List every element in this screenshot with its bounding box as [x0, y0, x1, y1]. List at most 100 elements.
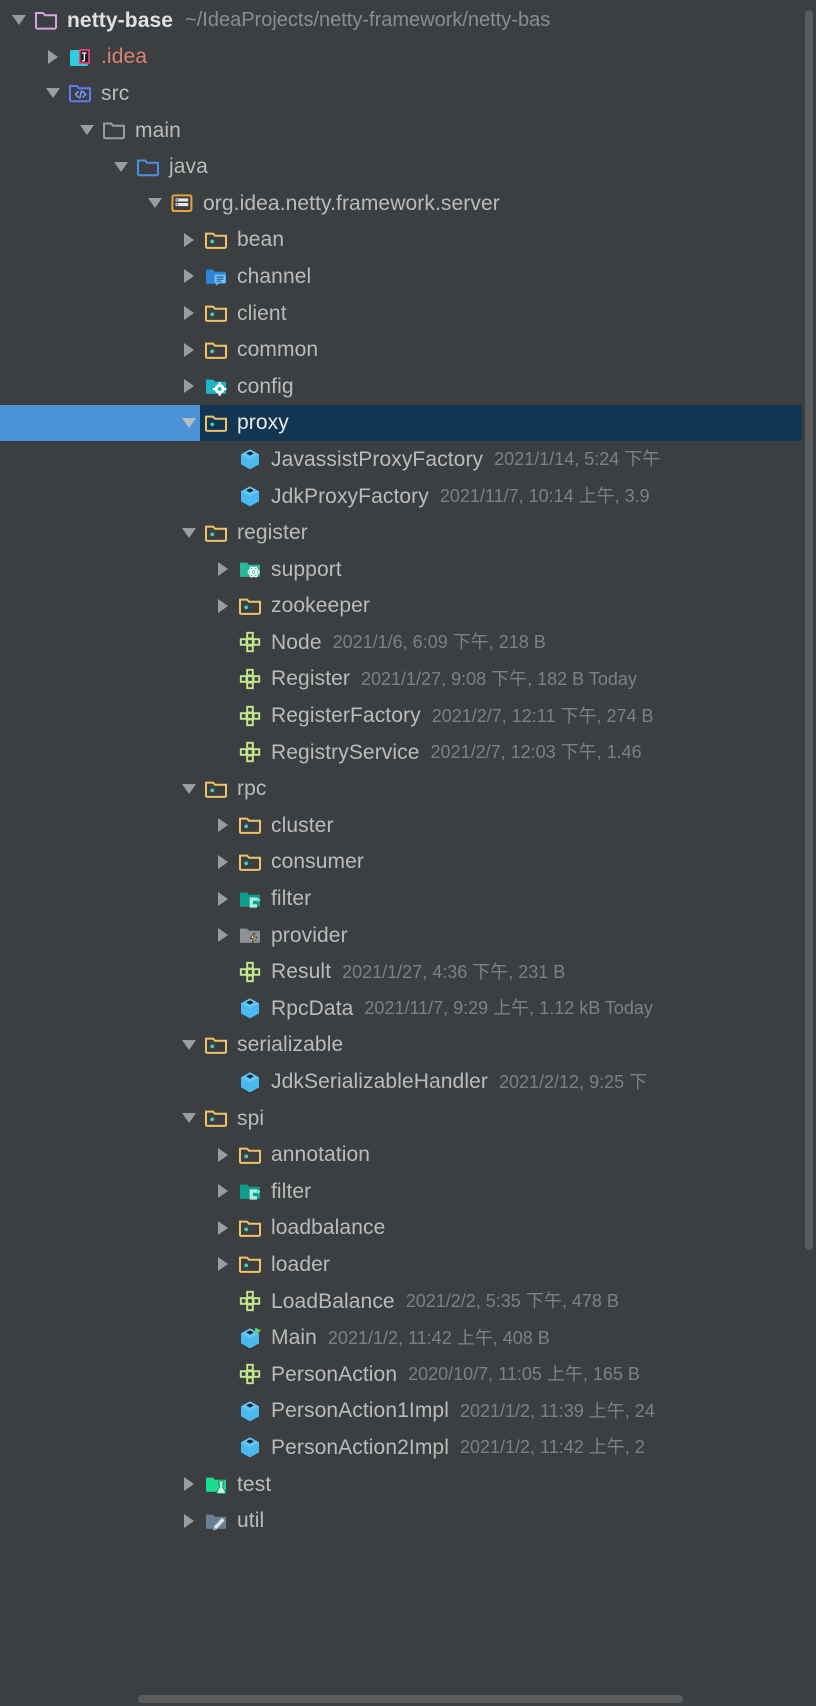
- tree-row[interactable]: bean: [0, 222, 816, 259]
- tree-row[interactable]: provider: [0, 917, 816, 954]
- tree-node-label: main: [135, 118, 181, 142]
- chevron-down-icon[interactable]: [176, 1100, 202, 1136]
- chevron-down-icon[interactable]: [176, 515, 202, 551]
- chevron-right-icon[interactable]: [210, 588, 236, 624]
- tree-node-label: cluster: [271, 813, 334, 837]
- tree-row[interactable]: main: [0, 112, 816, 149]
- chevron-right-icon[interactable]: [210, 1137, 236, 1173]
- tree-row[interactable]: channel: [0, 258, 816, 295]
- chevron-right-icon[interactable]: [210, 917, 236, 953]
- chevron-right-icon[interactable]: [210, 551, 236, 587]
- tree-row[interactable]: filter: [0, 880, 816, 917]
- tree-row[interactable]: PersonAction2Impl 2021/1/2, 11:42 上午, 2: [0, 1429, 816, 1466]
- tree-row[interactable]: java: [0, 148, 816, 185]
- tree-row[interactable]: Main 2021/1/2, 11:42 上午, 408 B: [0, 1319, 816, 1356]
- tree-row[interactable]: util: [0, 1502, 816, 1539]
- tree-row[interactable]: PersonAction 2020/10/7, 11:05 上午, 165 B: [0, 1356, 816, 1393]
- tree-row[interactable]: Result 2021/1/27, 4:36 下午, 231 B: [0, 953, 816, 990]
- chevron-right-icon[interactable]: [176, 1503, 202, 1539]
- tree-row[interactable]: proxy: [0, 404, 816, 442]
- chevron-down-icon[interactable]: [108, 149, 134, 185]
- project-tree-viewport[interactable]: netty-base ~/IdeaProjects/netty-framework…: [0, 0, 816, 1692]
- chevron-right-icon[interactable]: [210, 1246, 236, 1282]
- chevron-down-icon[interactable]: [6, 2, 32, 38]
- chevron-right-icon[interactable]: [176, 222, 202, 258]
- tree-row[interactable]: support: [0, 551, 816, 588]
- filter-folder-icon: [236, 1177, 264, 1205]
- file-meta-label: 2021/2/7, 12:03 下午, 1.46: [430, 742, 642, 763]
- tree-row[interactable]: loadbalance: [0, 1210, 816, 1247]
- chevron-right-icon[interactable]: [210, 1173, 236, 1209]
- chevron-right-icon[interactable]: [176, 1466, 202, 1502]
- tree-row[interactable]: org.idea.netty.framework.server: [0, 185, 816, 222]
- tree-node-label: loadbalance: [271, 1216, 386, 1240]
- package-folder-icon: [202, 299, 230, 327]
- tree-row[interactable]: zookeeper: [0, 588, 816, 625]
- tree-row[interactable]: serializable: [0, 1027, 816, 1064]
- tree-row[interactable]: RegistryService 2021/2/7, 12:03 下午, 1.46: [0, 734, 816, 771]
- vertical-scrollbar-thumb[interactable]: [805, 10, 813, 1250]
- tree-row[interactable]: Node 2021/1/6, 6:09 下午, 218 B: [0, 624, 816, 661]
- chevron-right-icon[interactable]: [210, 844, 236, 880]
- chevron-right-icon[interactable]: [210, 881, 236, 917]
- chevron-down-icon[interactable]: [176, 771, 202, 807]
- tree-row[interactable]: LoadBalance 2021/2/2, 5:35 下午, 478 B: [0, 1283, 816, 1320]
- tree-row[interactable]: rpc: [0, 770, 816, 807]
- tree-node-label: RegisterFactory: [271, 704, 421, 728]
- tree-row[interactable]: netty-base ~/IdeaProjects/netty-framework…: [0, 2, 816, 39]
- tree-row[interactable]: test: [0, 1466, 816, 1503]
- tree-row[interactable]: client: [0, 295, 816, 332]
- tree-row[interactable]: .idea: [0, 39, 816, 76]
- tree-row[interactable]: annotation: [0, 1136, 816, 1173]
- chevron-right-icon[interactable]: [176, 295, 202, 331]
- horizontal-scrollbar-thumb[interactable]: [138, 1695, 683, 1703]
- tree-row[interactable]: JdkSerializableHandler 2021/2/12, 9:25 下: [0, 1063, 816, 1100]
- tree-row[interactable]: loader: [0, 1246, 816, 1283]
- tree-node-label: zookeeper: [271, 594, 370, 618]
- test-folder-icon: [202, 1470, 230, 1498]
- tree-row[interactable]: cluster: [0, 807, 816, 844]
- tree-row[interactable]: consumer: [0, 844, 816, 881]
- horizontal-scrollbar-track[interactable]: [0, 1692, 816, 1706]
- tree-node-label: annotation: [271, 1143, 371, 1167]
- tree-row[interactable]: RegisterFactory 2021/2/7, 12:11 下午, 274 B: [0, 697, 816, 734]
- tree-row[interactable]: JavassistProxyFactory 2021/1/14, 5:24 下午: [0, 441, 816, 478]
- java-interface-icon: [236, 628, 264, 656]
- chevron-down-icon[interactable]: [176, 1027, 202, 1063]
- tree-row[interactable]: config: [0, 368, 816, 405]
- tree-row[interactable]: RpcData 2021/11/7, 9:29 上午, 1.12 kB Today: [0, 990, 816, 1027]
- tree-row[interactable]: PersonAction1Impl 2021/1/2, 11:39 上午, 24: [0, 1393, 816, 1430]
- tree-node-label: client: [237, 301, 287, 325]
- chevron-right-icon[interactable]: [176, 258, 202, 294]
- file-meta-label: 2020/10/7, 11:05 上午, 165 B: [408, 1364, 640, 1385]
- chevron-down-icon[interactable]: [176, 405, 202, 441]
- chevron-right-icon[interactable]: [40, 39, 66, 75]
- tree-row[interactable]: Register 2021/1/27, 9:08 下午, 182 B Today: [0, 661, 816, 698]
- chevron-right-icon[interactable]: [210, 1210, 236, 1246]
- tree-row[interactable]: JdkProxyFactory 2021/11/7, 10:14 上午, 3.9: [0, 478, 816, 515]
- tree-row[interactable]: filter: [0, 1173, 816, 1210]
- file-meta-label: 2021/1/6, 6:09 下午, 218 B: [332, 632, 546, 653]
- chevron-down-icon[interactable]: [142, 185, 168, 221]
- tree-row[interactable]: spi: [0, 1100, 816, 1137]
- tree-row[interactable]: common: [0, 331, 816, 368]
- file-meta-label: 2021/1/2, 11:42 上午, 408 B: [327, 1327, 550, 1348]
- package-folder-icon: [202, 336, 230, 364]
- vertical-scrollbar-track[interactable]: [802, 0, 816, 1692]
- chevron-right-icon[interactable]: [176, 368, 202, 404]
- chevron-right-icon[interactable]: [210, 807, 236, 843]
- chevron-down-icon[interactable]: [40, 75, 66, 111]
- chevron-right-icon[interactable]: [176, 332, 202, 368]
- chevron-down-icon[interactable]: [74, 112, 100, 148]
- tree-row[interactable]: src: [0, 75, 816, 112]
- tree-row[interactable]: register: [0, 514, 816, 551]
